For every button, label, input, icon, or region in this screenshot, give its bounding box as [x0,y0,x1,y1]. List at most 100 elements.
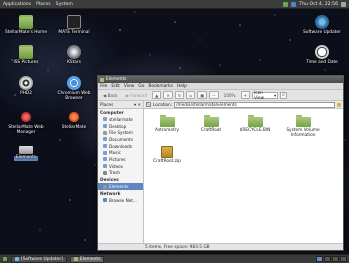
taskbar-item-label: [Software Updater] [21,256,63,262]
forward-button[interactable]: ▶ Forward [123,91,150,99]
toggle-location-icon[interactable]: ✎ [146,102,151,107]
workspace-2[interactable] [324,256,331,262]
network-icon[interactable] [283,1,289,7]
volume-icon[interactable] [291,1,297,7]
folder-icon [73,257,78,261]
zip-archive-icon [161,146,173,158]
menubar: File Edit View Go Bookmarks Help [98,83,343,90]
sidebar-item-downloads[interactable]: Downloads [98,143,143,150]
sidebar-item-videos[interactable]: Videos [98,163,143,170]
desktop-icon-label: KStars [67,60,81,65]
taskbar-item-software-updater[interactable]: [Software Updater] [11,255,67,263]
stellarmate-icon [19,110,33,124]
file-name: CraftRoot.zip [153,159,181,164]
zoom-in-button[interactable]: + [240,91,251,99]
desktop-icon-label: StellarMate Web Manager [8,125,44,135]
trash-icon [103,170,107,175]
sidebar-item-label: Documents [109,136,133,142]
folder-icon [203,115,219,127]
back-button[interactable]: ◀ Back [100,91,121,99]
desktop-icon-label: StellarMate's Home [5,30,47,35]
file-item-astrometry[interactable]: Astrometry [147,115,187,134]
search-button[interactable]: ⌕ [280,91,288,99]
clear-location-icon[interactable] [337,102,341,107]
desktop-icon-stellarmate[interactable]: StellarMate [50,110,98,131]
window-body: Places ▾ ✕ Computer stellarmate Desktop … [98,101,343,243]
reload-button[interactable]: ↻ [174,91,185,99]
applications-menu[interactable]: Applications [3,2,31,7]
drive-icon [19,146,33,154]
stop-button[interactable]: ✕ [163,91,173,99]
home-icon: ⌂ [189,92,193,98]
location-bar: ✎ Location: [144,101,343,109]
desktop-icon-home[interactable]: StellarMate's Home [2,15,50,36]
computer-button[interactable]: ▣ [197,91,208,99]
desktop-icon-stellarmate-web-manager[interactable]: StellarMate Web Manager [2,110,50,136]
folder-icon [295,115,311,127]
desktop-icon-label: PHD2 [20,91,32,96]
file-item-recycle-bin[interactable]: $RECYCLE.BIN [235,115,275,134]
menu-bookmarks[interactable]: Bookmarks [148,84,173,89]
sidebar-item-pictures[interactable]: Pictures [98,156,143,163]
desktop-icon-terminal[interactable]: MATE Terminal [50,15,98,36]
system-menu[interactable]: System [56,2,73,7]
file-name: Astrometry [155,128,179,133]
zoom-out-button[interactable]: − [209,91,219,99]
sidebar-item-documents[interactable]: Documents [98,136,143,143]
power-icon[interactable] [341,1,346,7]
desktop-icon-label: Software Updater [303,30,341,35]
sidebar-item-browse-network[interactable]: Browse Net... [98,197,143,204]
workspace-3[interactable] [332,256,339,262]
sidebar-item-desktop[interactable]: Desktop [98,123,143,130]
view-mode-select[interactable]: Icon View ▾ [252,90,279,100]
desktop-icon-pictures[interactable]: ISS Pictures [2,45,50,66]
clock[interactable]: Thu Oct 4, 22:56 [299,2,338,7]
file-item-system-volume-information[interactable]: System Volume Information [283,115,323,139]
documents-folder-icon [103,137,107,142]
sidebar-item-label: Browse Net... [109,197,137,203]
desktop-icon-label: StellarMate [61,125,87,130]
desktop-icon-chromium[interactable]: Chromium Web Browser [50,76,98,102]
sidebar-item-label: Elements [109,184,129,190]
menu-go[interactable]: Go [138,84,144,89]
home-button[interactable]: ⌂ [186,91,196,99]
terminal-icon [67,15,81,29]
menu-file[interactable]: File [100,84,107,89]
folder-icon [247,115,263,127]
sidebar-item-trash[interactable]: Trash [98,170,143,177]
home-folder-icon [103,117,107,122]
sidebar-item-stellarmate[interactable]: stellarmate [98,116,143,123]
chromium-icon [67,76,81,90]
file-name: System Volume Information [286,128,320,138]
menu-help[interactable]: Help [177,84,187,89]
location-input[interactable] [174,101,335,108]
desktop-icon-software-updater[interactable]: Software Updater [298,15,346,36]
menu-view[interactable]: View [124,84,134,89]
desktop-icon-label: ISS Pictures [13,60,39,65]
places-menu[interactable]: Places [36,2,51,7]
downloads-folder-icon [103,144,107,149]
desktop-icon-elements-drive[interactable]: Elements [2,140,50,161]
workspace-4[interactable] [340,256,347,262]
desktop-icon-phd2[interactable]: PHD2 [2,76,50,97]
window-titlebar[interactable]: Elements [98,76,343,83]
home-folder-icon [19,15,33,29]
menu-edit[interactable]: Edit [111,84,120,89]
sidebar-item-music[interactable]: Music [98,149,143,156]
desktop-icon-time-and-date[interactable]: Time and Date [298,45,346,66]
workspace-1[interactable] [316,256,323,262]
up-button[interactable]: ▲ [152,91,162,99]
location-label: Location: [153,102,173,107]
computer-icon: ▣ [200,92,205,98]
sidebar-item-file-system[interactable]: File System [98,129,143,136]
desktop-icon-kstars[interactable]: KStars [50,45,98,66]
sidebar-section-devices: Devices [100,178,119,184]
sidebar-header[interactable]: Places ▾ ✕ [98,101,143,109]
sidebar-item-elements[interactable]: Elements [98,183,143,190]
workspace-switcher[interactable] [316,256,347,262]
taskbar-item-elements[interactable]: Elements [69,255,105,263]
sidebar-item-label: Trash [109,170,121,176]
file-item-craftroot[interactable]: CraftRoot [191,115,231,134]
show-desktop-icon[interactable] [2,256,8,262]
file-item-craftroot-zip[interactable]: CraftRoot.zip [147,146,187,165]
